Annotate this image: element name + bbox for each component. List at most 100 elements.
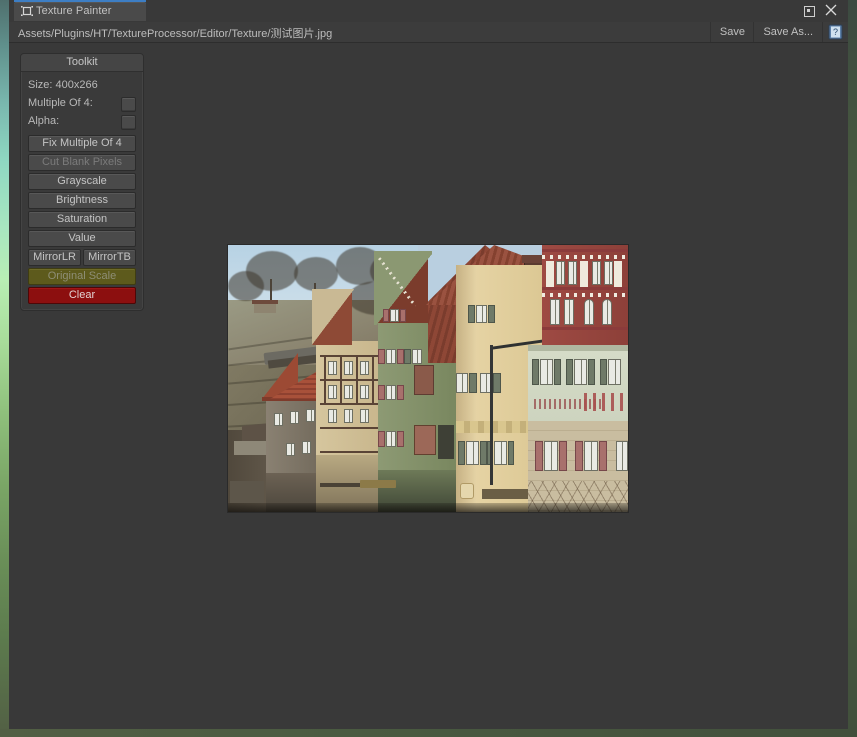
photo-shutter xyxy=(480,441,487,465)
photo-timber-beam xyxy=(542,287,628,290)
photo-timber-beam xyxy=(542,249,628,252)
photo-window xyxy=(494,441,507,465)
tab-label: Texture Painter xyxy=(36,5,112,17)
photo-shutter xyxy=(508,441,514,465)
photo-window xyxy=(328,385,337,399)
alpha-row: Alpha: xyxy=(28,113,136,131)
photo-shutter xyxy=(493,373,501,393)
photo-arched-window xyxy=(584,299,594,325)
photo-window xyxy=(306,409,315,422)
photo-timber-beam xyxy=(320,403,382,405)
window-frame-left-gradient xyxy=(0,0,9,737)
photo-gable-b-face xyxy=(312,289,356,347)
photo-cornice xyxy=(528,345,628,351)
multiple-of-4-row: Multiple Of 4: xyxy=(28,95,136,113)
photo-tree-trunk xyxy=(270,279,272,301)
texture-preview[interactable] xyxy=(228,245,628,512)
multiple-of-4-label: Multiple Of 4: xyxy=(28,97,93,109)
photo-house-detail xyxy=(230,481,264,503)
photo-dotted-trim xyxy=(542,293,628,297)
photo-timber-post xyxy=(324,381,326,403)
photo-window xyxy=(360,361,369,375)
photo-timber-post xyxy=(324,357,326,379)
photo-sign xyxy=(360,480,396,488)
photo-tree xyxy=(228,271,264,301)
multiple-of-4-checkbox[interactable] xyxy=(121,97,136,112)
photo-shutter xyxy=(378,349,385,364)
clear-button[interactable]: Clear xyxy=(28,287,136,304)
photo-shutter xyxy=(566,359,573,385)
size-row: Size: 400x266 xyxy=(28,77,136,95)
photo-shutter xyxy=(532,359,539,385)
photo-plaster-panel xyxy=(580,261,588,287)
asset-path-label: Assets/Plugins/HT/TextureProcessor/Edito… xyxy=(18,28,333,40)
photo-window xyxy=(360,409,369,423)
photo-timber-post xyxy=(372,357,374,379)
photo-window xyxy=(466,441,479,465)
photo-window xyxy=(386,385,396,400)
photo-shutter xyxy=(378,431,385,447)
photo-facade-name xyxy=(584,393,628,411)
photo-shutter xyxy=(600,359,607,385)
content-area: Toolkit Size: 400x266 Multiple Of 4: Alp… xyxy=(9,43,848,729)
photo-shutter xyxy=(404,349,411,364)
photo-window xyxy=(328,409,337,423)
photo-dotted-trim xyxy=(542,255,628,259)
photo-window xyxy=(550,299,560,325)
photo-window xyxy=(290,411,299,424)
close-icon[interactable] xyxy=(824,3,838,17)
photo-dark-window xyxy=(438,425,454,459)
photo-shutter xyxy=(458,441,465,465)
toolkit-panel: Toolkit Size: 400x266 Multiple Of 4: Alp… xyxy=(20,53,144,311)
alpha-checkbox[interactable] xyxy=(121,115,136,130)
alpha-label: Alpha: xyxy=(28,115,60,127)
photo-window xyxy=(574,359,587,385)
photo-shutter xyxy=(469,373,477,393)
window-title-bar: Texture Painter xyxy=(9,0,848,34)
photo-hill-shed-roof xyxy=(252,300,278,304)
save-as-button[interactable]: Save As... xyxy=(753,22,823,42)
fix-multiple-of-4-button[interactable]: Fix Multiple Of 4 xyxy=(28,135,136,152)
photo-plaster-panel xyxy=(546,261,554,287)
photo-shutter xyxy=(488,305,495,323)
mirror-button-group: MirrorLR MirrorTB xyxy=(28,249,136,266)
photo-shutter xyxy=(383,309,389,322)
value-button[interactable]: Value xyxy=(28,230,136,247)
photo-window xyxy=(286,443,295,456)
photo-shutter xyxy=(378,385,385,400)
photo-shutter xyxy=(575,441,583,471)
original-scale-button[interactable]: Original Scale xyxy=(28,268,136,285)
photo-window xyxy=(386,349,396,364)
photo-cornice xyxy=(456,421,536,433)
photo-window xyxy=(390,309,399,322)
save-button[interactable]: Save xyxy=(709,22,755,42)
photo-bay-window xyxy=(414,365,434,395)
window-frame-bottom-gradient xyxy=(0,729,857,737)
photo-shutter xyxy=(397,431,404,447)
minimize-icon[interactable] xyxy=(804,6,815,17)
photo-shutter xyxy=(400,309,406,322)
photo-window xyxy=(564,299,574,325)
photo-window xyxy=(274,413,283,426)
tab-texture-painter[interactable]: Texture Painter xyxy=(14,0,146,21)
mirror-lr-button[interactable]: MirrorLR xyxy=(28,249,81,266)
photo-window xyxy=(344,361,353,375)
photo-window xyxy=(360,385,369,399)
cut-blank-pixels-button: Cut Blank Pixels xyxy=(28,154,136,171)
photo-window xyxy=(344,385,353,399)
help-book-icon[interactable]: ? xyxy=(828,24,845,40)
saturation-button[interactable]: Saturation xyxy=(28,211,136,228)
brightness-button[interactable]: Brightness xyxy=(28,192,136,209)
photo-timber-beam xyxy=(542,327,628,330)
photo-window xyxy=(604,261,613,285)
photo-shutter xyxy=(397,349,404,364)
photo-shutter xyxy=(535,441,543,471)
photo-shop-sign xyxy=(482,489,532,499)
photo-window xyxy=(568,261,577,285)
photo-wall-plaque xyxy=(460,483,474,499)
window-controls xyxy=(800,1,846,21)
mirror-tb-button[interactable]: MirrorTB xyxy=(83,249,136,266)
grayscale-button[interactable]: Grayscale xyxy=(28,173,136,190)
photo-window xyxy=(608,359,621,385)
photo-timber-post xyxy=(356,381,358,403)
